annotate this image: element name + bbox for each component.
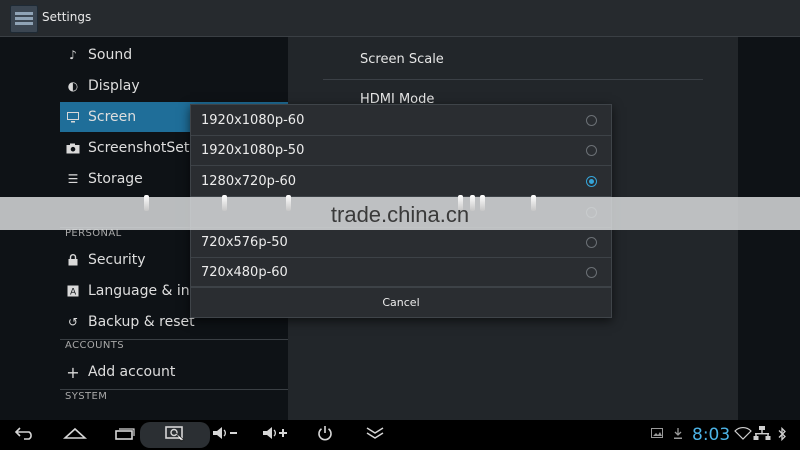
option-label: 1920x1080p-50 [201, 142, 305, 158]
radio-button[interactable] [586, 144, 597, 156]
home-icon [62, 426, 88, 444]
menu-expand-button[interactable] [358, 422, 392, 448]
back-arrow-icon [14, 426, 36, 444]
download-icon [673, 428, 683, 443]
plus-icon: + [66, 362, 80, 382]
back-button[interactable] [8, 422, 42, 448]
power-button[interactable] [308, 422, 342, 448]
sidebar-item-label: Display [88, 78, 140, 94]
option-label: 720x480p-60 [201, 264, 288, 280]
sidebar-item-sound[interactable]: ♪ Sound [60, 40, 288, 70]
recent-apps-button[interactable] [108, 422, 142, 448]
app-title: Settings [42, 10, 92, 24]
cancel-button[interactable]: Cancel [191, 286, 611, 317]
language-icon: A [66, 284, 80, 298]
monitor-icon [66, 110, 80, 124]
speaker-icon: ♪ [69, 48, 77, 62]
screenshot-icon [164, 424, 186, 446]
wifi-icon [734, 426, 752, 443]
action-bar: Settings [0, 0, 800, 37]
display-icon: ◐ [67, 79, 79, 93]
bluetooth-icon [777, 426, 787, 445]
lock-icon [66, 253, 80, 267]
resolution-option[interactable]: 720x480p-60 [191, 257, 611, 288]
chevron-double-down-icon [365, 426, 385, 444]
camera-icon [66, 141, 80, 155]
screenshot-button[interactable] [140, 422, 210, 448]
volume-up-icon [261, 426, 289, 444]
status-clock: 8:03 [692, 425, 731, 445]
home-button[interactable] [58, 422, 92, 448]
radio-button[interactable] [586, 266, 597, 278]
sidebar-item-label: ScreenshotSetti [88, 140, 199, 156]
resolution-option[interactable]: 1920x1080p-60 [191, 105, 611, 136]
settings-app-icon[interactable] [10, 5, 38, 33]
backup-icon: ↺ [67, 315, 79, 329]
volume-down-button[interactable] [208, 422, 242, 448]
svg-text:A: A [70, 288, 77, 298]
section-header-system: SYSTEM [65, 391, 108, 402]
storage-icon: ☰ [67, 172, 79, 186]
sidebar-item-label: Backup & reset [88, 314, 195, 330]
sidebar-item-display[interactable]: ◐ Display [60, 71, 288, 101]
option-label: 1920x1080p-60 [201, 112, 305, 128]
radio-button[interactable] [586, 236, 597, 248]
system-navigation-bar: 8:03 [0, 420, 800, 450]
volume-down-icon [211, 426, 239, 444]
resolution-option[interactable]: 1920x1080p-50 [191, 135, 611, 166]
recent-apps-icon [114, 426, 136, 444]
sidebar-item-label: Screen [88, 109, 137, 125]
sidebar-item-label: Storage [88, 171, 143, 187]
option-label: 720x576p-50 [201, 234, 288, 250]
section-divider [60, 389, 288, 390]
image-icon [651, 428, 663, 441]
sidebar-item-label: Add account [88, 364, 176, 380]
radio-button-selected[interactable] [586, 175, 597, 187]
section-header-accounts: ACCOUNTS [65, 340, 124, 351]
sidebar-item-label: Security [88, 252, 146, 268]
volume-up-button[interactable] [258, 422, 292, 448]
sidebar-item-label: Sound [88, 47, 133, 63]
power-icon [317, 425, 333, 445]
sidebar-item-add-account[interactable]: + Add account [60, 357, 288, 387]
resolution-option[interactable]: 720x576p-50 [191, 227, 611, 258]
watermark-text: trade.china.cn [330, 202, 470, 227]
content-divider [323, 79, 703, 80]
resolution-option[interactable]: 1280x720p-60 [191, 166, 611, 197]
option-label: 1280x720p-60 [201, 173, 297, 189]
radio-button[interactable] [586, 114, 597, 126]
screen-scale-item[interactable]: Screen Scale [360, 52, 444, 67]
ethernet-icon [753, 425, 771, 444]
